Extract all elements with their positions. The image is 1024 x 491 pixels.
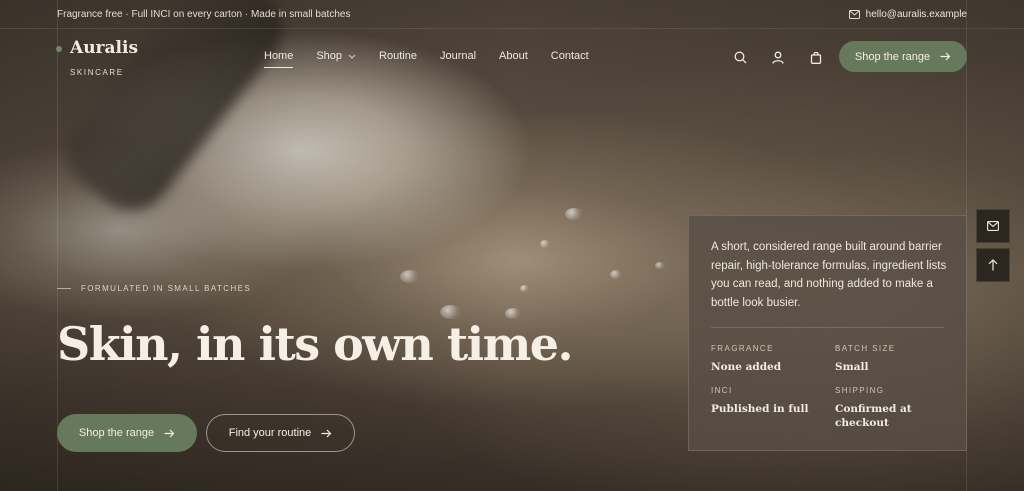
fact-fragrance: FRAGRANCE None added xyxy=(711,344,781,374)
contact-email: hello@auralis.example xyxy=(865,8,967,20)
fact-value: Published in full xyxy=(711,403,809,415)
eyebrow-line xyxy=(57,288,71,289)
scroll-top-button[interactable] xyxy=(976,248,1010,282)
guide-line xyxy=(0,28,1024,29)
fact-label: INCI xyxy=(711,386,733,395)
mail-icon xyxy=(987,221,999,231)
hero-eyebrow: FORMULATED IN SMALL BATCHES xyxy=(57,284,251,293)
nav-item-contact[interactable]: Contact xyxy=(551,50,589,62)
brand-name: Auralis xyxy=(70,38,139,58)
nav-item-shop[interactable]: Shop xyxy=(316,50,356,62)
contact-email-link[interactable]: hello@auralis.example xyxy=(848,8,967,20)
main-nav: Home Shop Routine Journal About Contact xyxy=(264,50,589,68)
search-icon[interactable] xyxy=(732,49,748,65)
guide-line xyxy=(57,0,58,491)
header-shop-button[interactable]: Shop the range xyxy=(839,41,967,72)
fact-inci: INCI Published in full xyxy=(711,386,808,416)
brand-tagline: SKINCARE xyxy=(70,68,124,77)
arrow-right-icon xyxy=(321,429,332,437)
fact-label: BATCH SIZE xyxy=(835,344,896,353)
fact-shipping: SHIPPING Confirmed at checkout xyxy=(835,386,945,430)
arrow-right-icon xyxy=(164,429,175,437)
arrow-up-icon xyxy=(988,259,998,271)
info-card-description: A short, considered range built around b… xyxy=(711,241,947,309)
chevron-down-icon xyxy=(348,54,356,59)
nav-item-about[interactable]: About xyxy=(499,50,528,62)
divider xyxy=(711,327,944,328)
find-routine-button[interactable]: Find your routine xyxy=(206,414,355,452)
fact-value: Confirmed at checkout xyxy=(835,403,912,429)
announcement-text: Fragrance free · Full INCI on every cart… xyxy=(57,8,351,20)
hero-headline: Skin, in its own time. xyxy=(57,317,574,371)
fact-label: SHIPPING xyxy=(835,386,885,395)
shop-range-button[interactable]: Shop the range xyxy=(57,414,197,452)
fact-value: Small xyxy=(835,361,869,373)
header-icons xyxy=(732,49,824,65)
side-mail-button[interactable] xyxy=(976,209,1010,243)
announcement-bar: Fragrance free · Full INCI on every cart… xyxy=(57,0,967,28)
fact-value: None added xyxy=(711,361,782,373)
fact-batch-size: BATCH SIZE Small xyxy=(835,344,896,374)
nav-item-journal[interactable]: Journal xyxy=(440,50,476,62)
eyebrow-text: FORMULATED IN SMALL BATCHES xyxy=(81,284,252,293)
fact-label: FRAGRANCE xyxy=(711,344,774,353)
nav-item-home[interactable]: Home xyxy=(264,50,294,68)
arrow-right-icon xyxy=(940,52,951,61)
nav-item-routine[interactable]: Routine xyxy=(379,50,417,62)
mail-icon xyxy=(848,9,860,19)
info-card: A short, considered range built around b… xyxy=(688,215,967,451)
account-icon[interactable] xyxy=(770,49,786,65)
logo-dot xyxy=(56,46,62,52)
bag-icon[interactable] xyxy=(808,49,824,65)
